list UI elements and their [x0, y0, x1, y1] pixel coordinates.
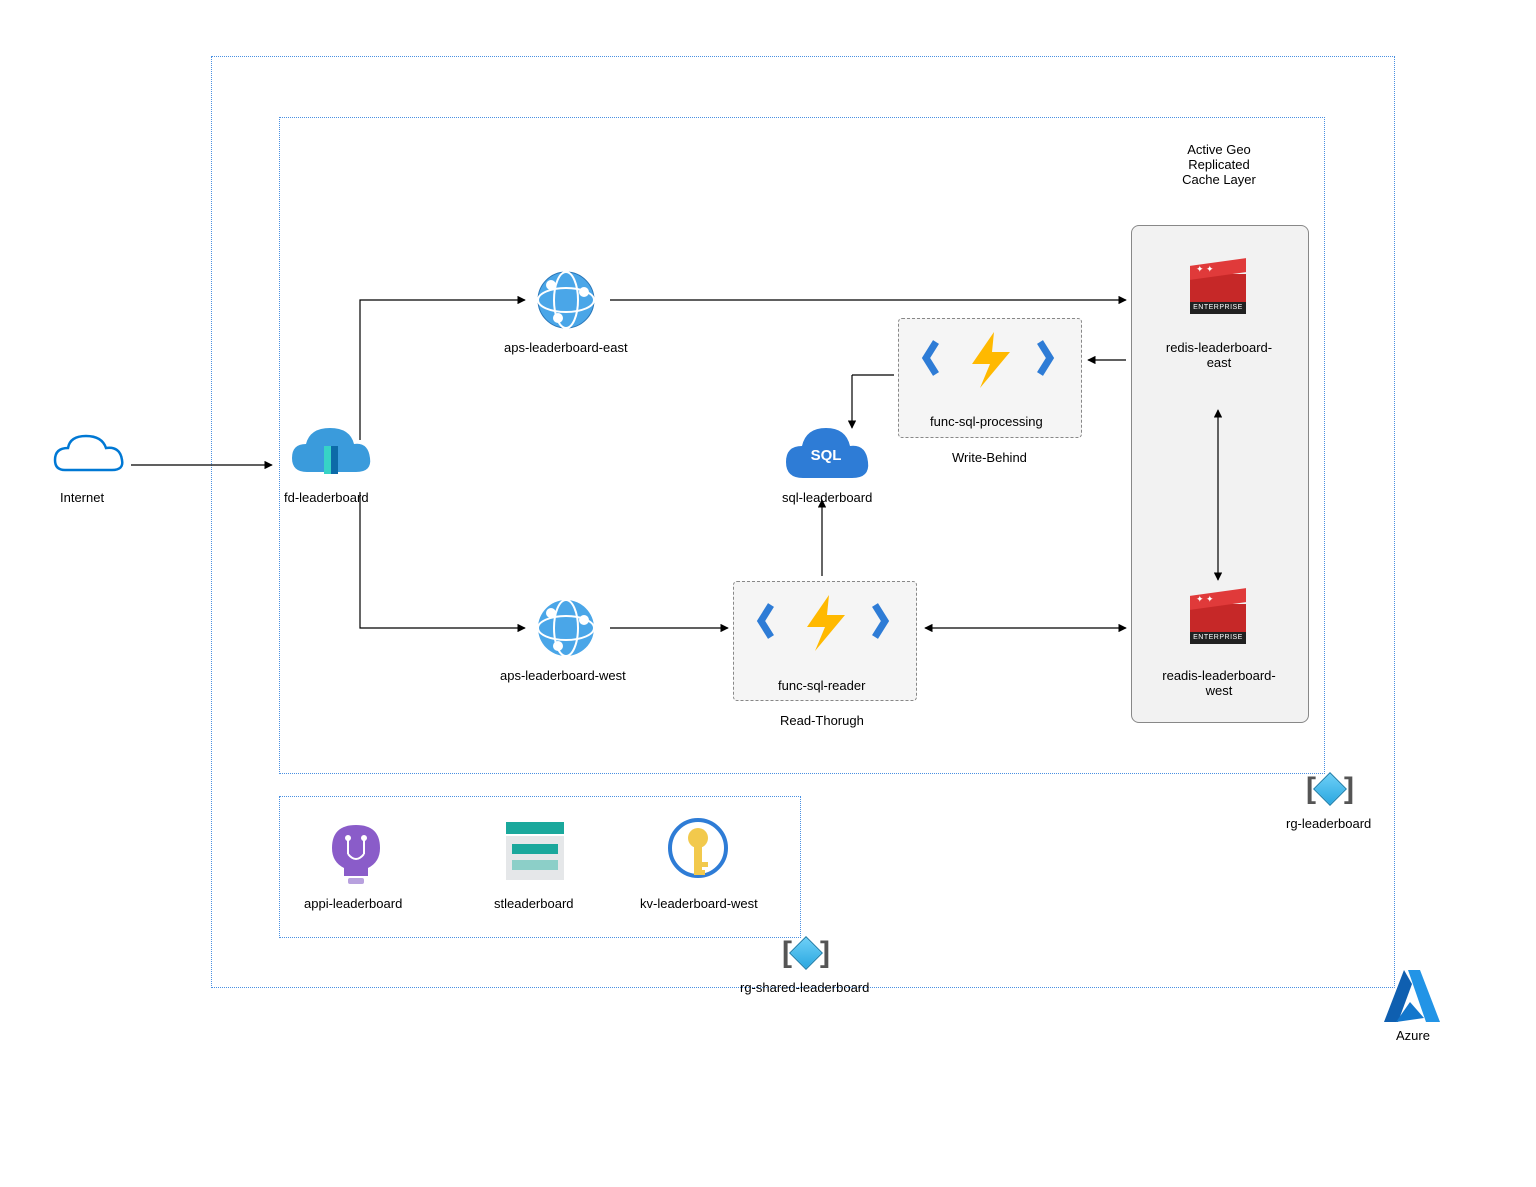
redis-east-icon: ENTERPRISE ✦ ✦ [1190, 262, 1246, 314]
appi-label: appi-leaderboard [304, 896, 402, 911]
sql-label: sql-leaderboard [782, 490, 872, 505]
storage-label: stleaderboard [494, 896, 574, 911]
func-reader-icon [761, 595, 885, 651]
aps-east-label: aps-leaderboard-east [504, 340, 628, 355]
write-behind-label: Write-Behind [952, 450, 1027, 465]
kv-label: kv-leaderboard-west [640, 896, 758, 911]
rg-shared-icon: [ ] [782, 936, 830, 970]
frontdoor-icon [292, 428, 370, 474]
storage-icon [506, 822, 564, 880]
appinsights-icon [332, 825, 380, 884]
appservice-east-icon [538, 272, 594, 328]
internet-label: Internet [60, 490, 104, 505]
func-reader-label: func-sql-reader [778, 678, 865, 693]
arrow-fd-apswest [360, 492, 525, 628]
svg-text:SQL: SQL [811, 447, 842, 464]
arrow-fd-apseast [360, 300, 525, 440]
keyvault-icon [670, 820, 726, 876]
azure-label: Azure [1396, 1028, 1430, 1043]
rg-leaderboard-icon: [ ] [1306, 772, 1354, 806]
arrows-layer: SQL [0, 0, 1536, 1187]
sql-icon: SQL [786, 428, 868, 478]
read-through-label: Read-Thorugh [780, 713, 864, 728]
func-processing-label: func-sql-processing [930, 414, 1043, 429]
azure-logo-icon [1384, 970, 1440, 1022]
redis-west-label: readis-leaderboard-west [1160, 668, 1278, 698]
redis-west-icon: ENTERPRISE ✦ ✦ [1190, 592, 1246, 644]
rg-shared-label: rg-shared-leaderboard [740, 980, 869, 995]
appservice-west-icon [538, 600, 594, 656]
func-processing-icon [926, 332, 1050, 388]
redis-east-label: redis-leaderboard-east [1164, 340, 1274, 370]
aps-west-label: aps-leaderboard-west [500, 668, 626, 683]
fd-label: fd-leaderboard [284, 490, 369, 505]
internet-icon [55, 436, 122, 470]
rg-leaderboard-label: rg-leaderboard [1286, 816, 1371, 831]
diagram-canvas: Active Geo Replicated Cache Layer [0, 0, 1536, 1187]
